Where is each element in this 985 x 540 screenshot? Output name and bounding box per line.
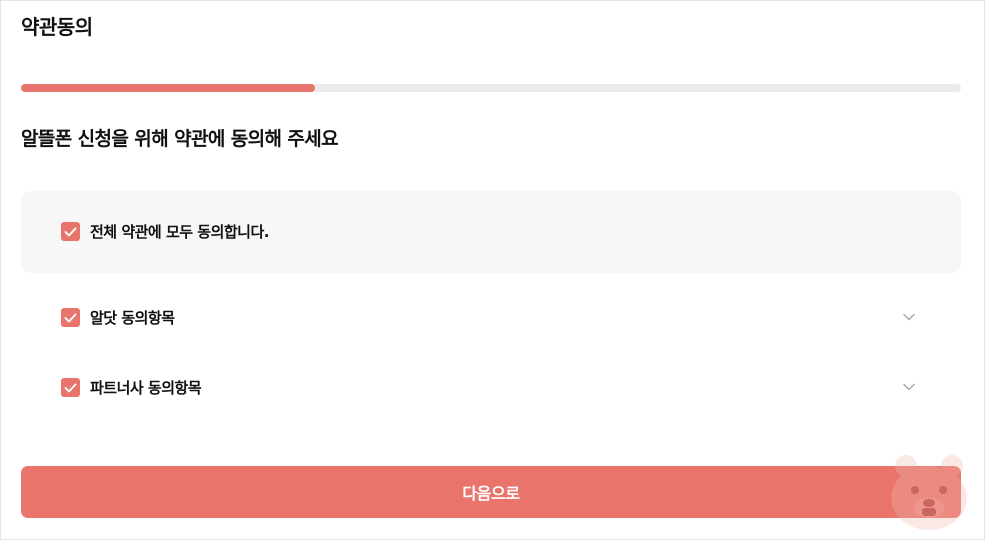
- all-agree-checkbox[interactable]: [61, 222, 80, 241]
- agreement-checkbox-aldot[interactable]: [61, 308, 80, 327]
- page-subtitle: 알뜰폰 신청을 위해 약관에 동의해 주세요: [21, 128, 339, 150]
- next-button[interactable]: 다음으로: [21, 466, 961, 518]
- agreement-checkbox-partner[interactable]: [61, 378, 80, 397]
- agreement-row-aldot[interactable]: 알닷 동의항목: [61, 307, 175, 328]
- all-agree-label: 전체 약관에 모두 동의합니다.: [90, 223, 269, 241]
- page-title: 약관동의: [21, 15, 93, 39]
- progress-bar-fill: [21, 84, 316, 92]
- progress-bar: [21, 84, 961, 92]
- chevron-down-icon[interactable]: [902, 380, 916, 394]
- chevron-down-icon[interactable]: [902, 310, 916, 324]
- agreement-row-partner[interactable]: 파트너사 동의항목: [61, 377, 202, 398]
- check-icon: [64, 227, 77, 236]
- all-agree-checkbox-row[interactable]: 전체 약관에 모두 동의합니다.: [61, 221, 269, 242]
- agreement-label-aldot: 알닷 동의항목: [90, 309, 175, 327]
- check-icon: [64, 383, 77, 392]
- agreement-label-partner: 파트너사 동의항목: [90, 379, 202, 397]
- check-icon: [64, 313, 77, 322]
